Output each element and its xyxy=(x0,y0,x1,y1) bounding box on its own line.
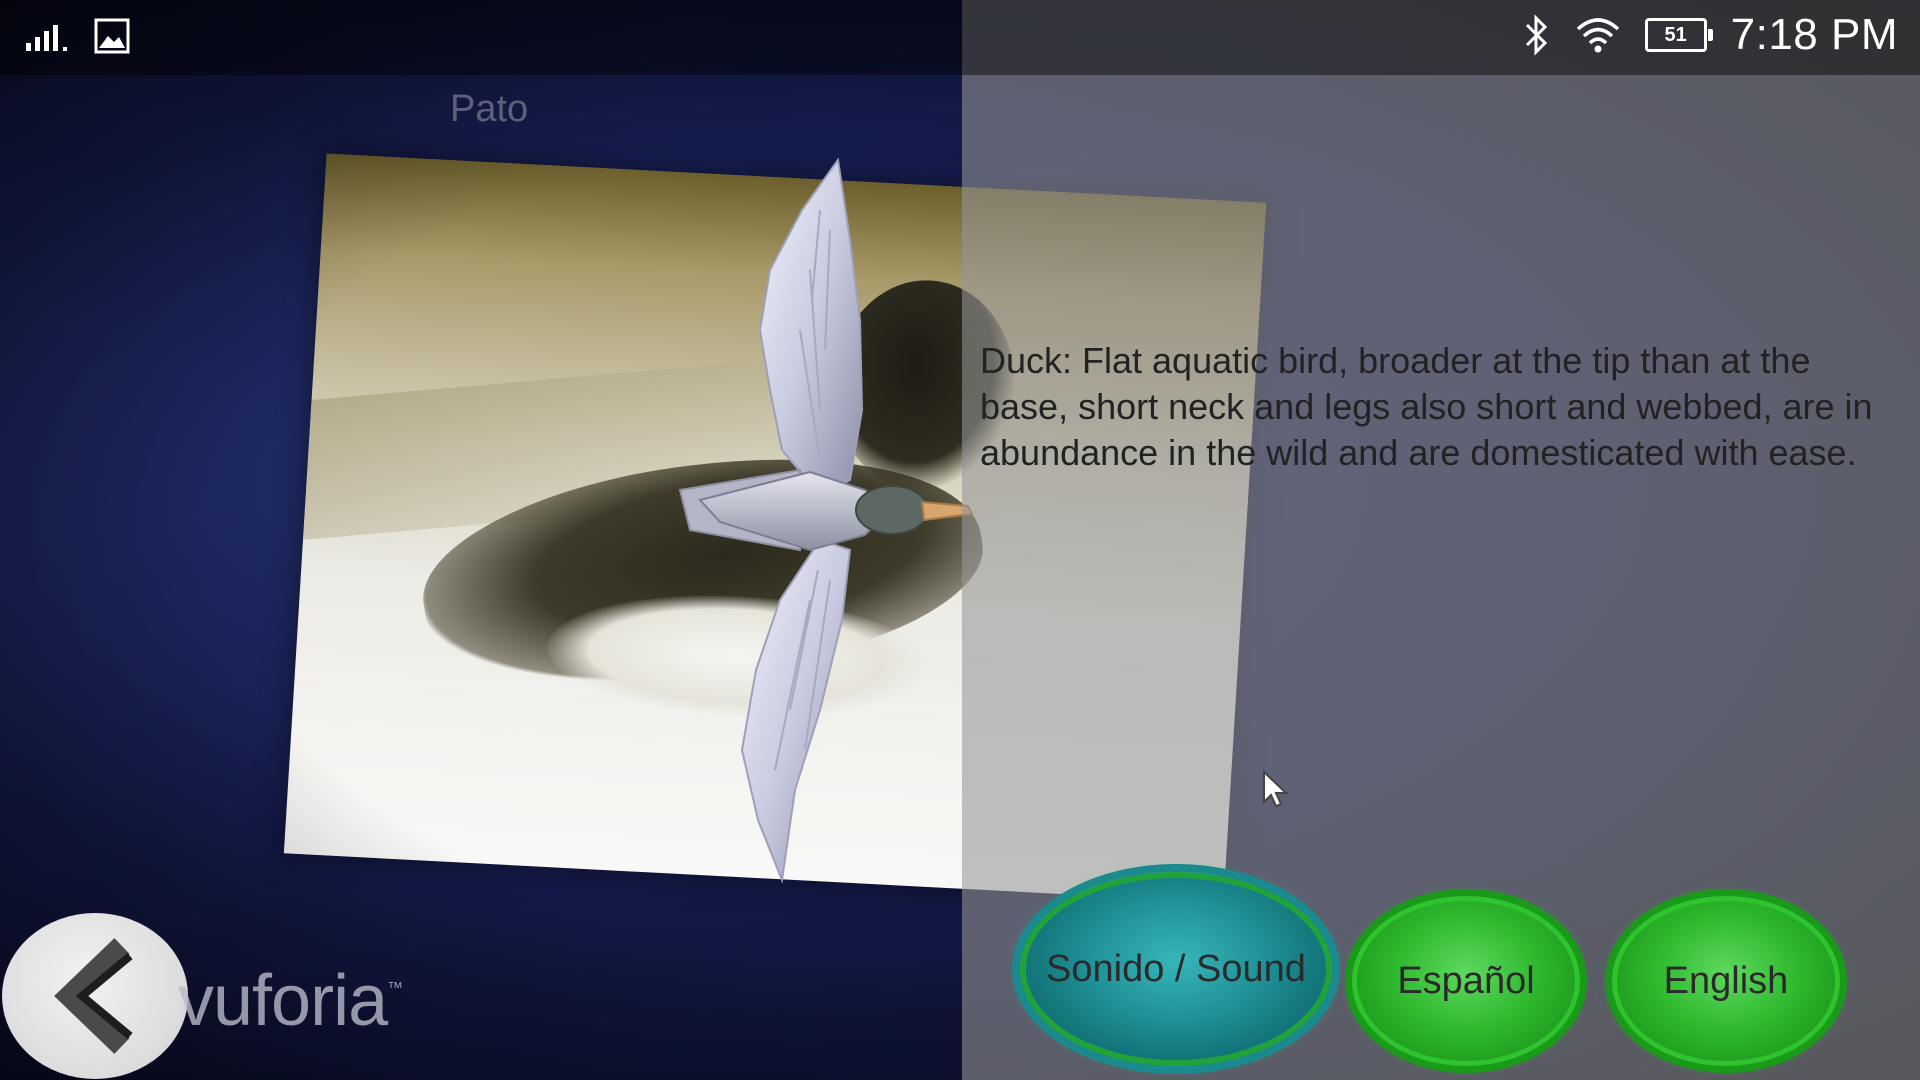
sound-button[interactable]: Sonido / Sound xyxy=(1020,872,1332,1066)
english-button-label: English xyxy=(1663,959,1789,1002)
bird-3d-model xyxy=(678,157,974,884)
mouse-cursor-icon xyxy=(1263,770,1289,808)
animal-description: Duck: Flat aquatic bird, broader at the … xyxy=(980,340,1873,473)
status-clock: 7:18 PM xyxy=(1730,10,1898,59)
spanish-button-label: Español xyxy=(1397,959,1535,1002)
english-button[interactable]: English xyxy=(1612,896,1840,1066)
back-button[interactable] xyxy=(2,913,188,1079)
sound-button-label: Sonido / Sound xyxy=(1046,947,1306,990)
trademark-symbol: ™ xyxy=(387,980,403,997)
battery-level: 51 xyxy=(1664,23,1687,46)
chevron-left-icon xyxy=(54,938,133,1054)
image-notification-icon xyxy=(94,18,130,54)
battery-icon: 51 xyxy=(1644,18,1713,52)
vuforia-logo-text: vuforia xyxy=(178,961,388,1041)
spanish-button[interactable]: Español xyxy=(1352,896,1580,1066)
vuforia-watermark: vuforia™ xyxy=(178,960,403,1042)
wifi-icon xyxy=(1576,18,1619,53)
bluetooth-icon xyxy=(1525,14,1547,56)
status-bar: 51 7:18 PM xyxy=(0,0,1920,75)
scene-title: Pato xyxy=(450,88,529,130)
signal-icon xyxy=(26,25,67,51)
